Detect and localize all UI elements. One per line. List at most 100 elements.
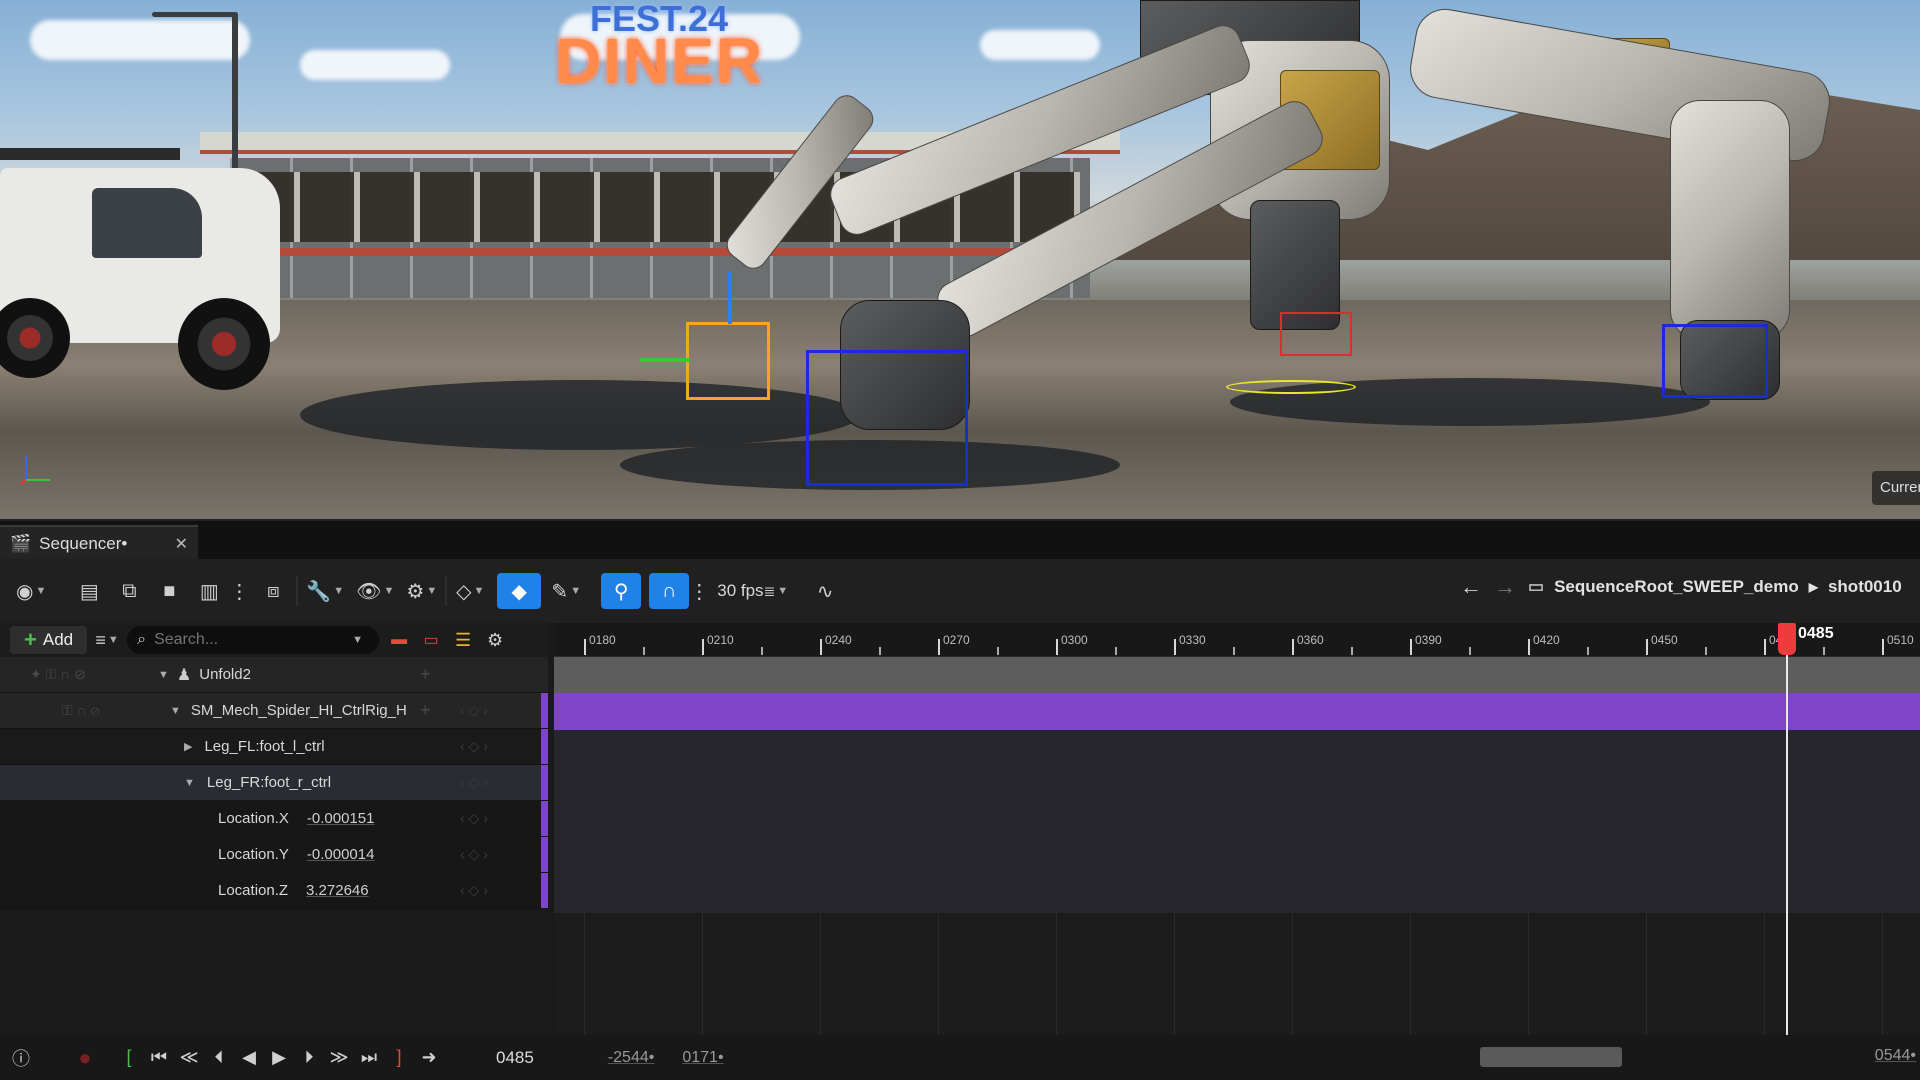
eye-icon[interactable]: 👁 ▼ [356,572,394,610]
track-toggles[interactable]: ✦ ⚿ ∩ ⊘ [0,657,140,692]
timeline-grid-line [1528,913,1529,1055]
filter-icon[interactable]: ≡ ▼ [95,621,119,659]
search-input[interactable] [154,631,345,649]
red-toggle-icon[interactable]: ▭ [419,621,443,659]
gear-options-icon[interactable]: ⚙ ▼ [406,572,437,610]
key-nav-controls[interactable]: ‹ ◇ › [460,846,488,863]
channel-row[interactable]: Location.Y -0.000014 ‹ ◇ › [0,837,548,873]
chevron-down-icon[interactable]: ▼ [352,634,363,646]
playhead-line[interactable] [1786,623,1788,1055]
pencil-icon[interactable]: ✎ ▼ [551,572,581,610]
fps-selector[interactable]: 30 fps [717,581,763,601]
channel-value-field[interactable]: -0.000151 [307,810,375,827]
timeline-area[interactable]: 0180 0210 0240 0270 0300 0330 0360 0390 0420 0450… [554,623,1920,1055]
wrench-icon[interactable]: 🔧 ▼ [306,572,344,610]
plus-icon: + [24,627,37,652]
channel-value-field[interactable]: -0.000014 [307,846,375,863]
current-frame-field[interactable]: 0485 [496,1048,534,1068]
add-subtrack-icon[interactable]: + [420,700,431,721]
jump-to-start-icon[interactable]: ⏮ [144,1043,174,1073]
info-icon[interactable]: ⓘ [6,1043,36,1073]
breadcrumb-sequence-root[interactable]: SequenceRoot_SWEEP_demo [1554,577,1799,597]
range-start-field[interactable]: -2544• [608,1049,655,1067]
key-nav-controls[interactable]: ‹ ◇ › [460,702,488,719]
layers-yellow-icon[interactable]: ☰ [451,621,475,659]
level-viewport[interactable]: FEST.24 DINER Current [0,0,1920,519]
key-nav-controls[interactable]: ‹ ◇ › [460,882,488,899]
timeline-scrollbar[interactable] [1480,1047,1622,1067]
snap-magnet-button[interactable]: ∩ [649,573,690,609]
curve-editor-icon[interactable]: ∿ [810,572,840,610]
cloud [30,20,250,60]
channel-row[interactable]: Location.X -0.000151 ‹ ◇ › [0,801,548,837]
hierarchy-icon[interactable]: ⧈ [258,572,288,610]
gizmo-y-axis[interactable] [640,358,690,362]
close-icon[interactable]: ✕ [175,534,188,554]
track-toggles[interactable]: ⚿ ∩ ⊘ [0,693,140,728]
camera-icon[interactable]: ■ [154,572,184,610]
record-button[interactable]: ● [70,1043,100,1073]
gizmo-z-axis[interactable] [728,272,732,324]
timeline-section-controlrig[interactable] [554,693,1920,730]
key-diamond-icon[interactable]: ◇ ▼ [455,572,485,610]
more-options-icon[interactable]: ⋮ [689,572,709,610]
ruler-major-tick [1646,639,1648,655]
track-row[interactable]: ✦ ⚿ ∩ ⊘ ▼ ♟ Unfold2 + [0,657,548,693]
track-row[interactable]: ▶ Leg_FL:foot_l_ctrl ‹ ◇ › [0,729,548,765]
chevron-right-icon[interactable]: ▶ [184,740,192,753]
ruler-tick-label: 0510 [1887,633,1914,647]
play-reverse-icon[interactable]: ◀ [234,1043,264,1073]
channel-value-field[interactable]: 3.272646 [306,882,369,899]
loop-arrow-icon[interactable]: ➜ [414,1043,444,1073]
prev-key-icon[interactable]: ≪ [174,1043,204,1073]
play-icon[interactable]: ▶ [264,1043,294,1073]
back-arrow-icon[interactable]: ← [1456,568,1486,606]
channel-row[interactable]: Location.Z 3.272646 ‹ ◇ › [0,873,548,909]
search-box[interactable]: ⌕ ▼ [127,626,380,654]
view-start-field[interactable]: 0171• [682,1049,723,1067]
marker-pin-button[interactable]: ⚲ [601,573,642,609]
red-toggle-icon[interactable]: ▬ [387,621,411,659]
timeline-empty-area[interactable] [554,913,1920,1055]
forward-arrow-icon[interactable]: → [1490,568,1520,606]
control-gizmo-foot[interactable] [1280,312,1352,356]
chevron-down-icon[interactable]: ▼ [170,705,181,717]
control-gizmo-foot[interactable] [806,350,968,486]
step-forward-icon[interactable]: ⏵ [294,1043,324,1073]
stack-icon[interactable]: ≣ ▼ [764,572,789,610]
add-subtrack-icon[interactable]: + [420,664,431,685]
more-options-icon[interactable]: ⋮ [224,572,254,610]
world-icon[interactable]: ◉ ▼ [16,572,46,610]
control-gizmo-ground-ring[interactable] [1226,380,1356,394]
breadcrumb-shot[interactable]: shot0010 [1828,577,1902,597]
set-start-bracket-icon[interactable]: [ [114,1043,144,1073]
jump-to-end-icon[interactable]: ⏭ [354,1043,384,1073]
track-row[interactable]: ⚿ ∩ ⊘ ▼ SM_Mech_Spider_HI_CtrlRig_H + ‹ … [0,693,548,729]
key-nav-controls[interactable]: ‹ ◇ › [460,810,488,827]
browse-icon[interactable]: ⧉ [114,572,144,610]
auto-key-button[interactable]: ◆ [497,573,542,609]
step-back-icon[interactable]: ⏴ [204,1043,234,1073]
time-ruler[interactable]: 0180 0210 0240 0270 0300 0330 0360 0390 0420 0450… [554,623,1920,657]
control-gizmo-selected[interactable] [686,322,770,400]
key-nav-controls[interactable]: ‹ ◇ › [460,738,488,755]
tab-sequencer[interactable]: 🎬 Sequencer• ✕ [0,525,198,561]
van-wheel [0,298,70,378]
control-gizmo-foot[interactable] [1662,324,1768,398]
clapperboard-render-icon[interactable]: ▥ [194,572,224,610]
set-end-bracket-icon[interactable]: ] [384,1043,414,1073]
transport-bar: ⓘ ● [ ⏮ ≪ ⏴ ◀ ▶ ⏵ ≫ ⏭ ] ➜ 0485 -2544• 01… [0,1035,1920,1080]
timeline-track-folder[interactable] [554,657,1920,693]
chevron-down-icon[interactable]: ▼ [158,669,169,681]
save-icon[interactable]: ▤ [74,572,104,610]
playhead-handle[interactable] [1778,623,1796,655]
range-end-field[interactable]: 0544• [1875,1047,1916,1065]
timeline-track-channels[interactable] [554,730,1920,913]
track-row-selected[interactable]: ▼ Leg_FR:foot_r_ctrl ‹ ◇ › [0,765,548,801]
key-nav-controls[interactable]: ‹ ◇ › [460,774,488,791]
add-track-button[interactable]: + Add [10,626,88,654]
settings-gear-icon[interactable]: ⚙ [483,621,507,659]
chevron-down-icon[interactable]: ▼ [184,777,195,789]
van-roof-rack [0,148,180,160]
next-key-icon[interactable]: ≫ [324,1043,354,1073]
